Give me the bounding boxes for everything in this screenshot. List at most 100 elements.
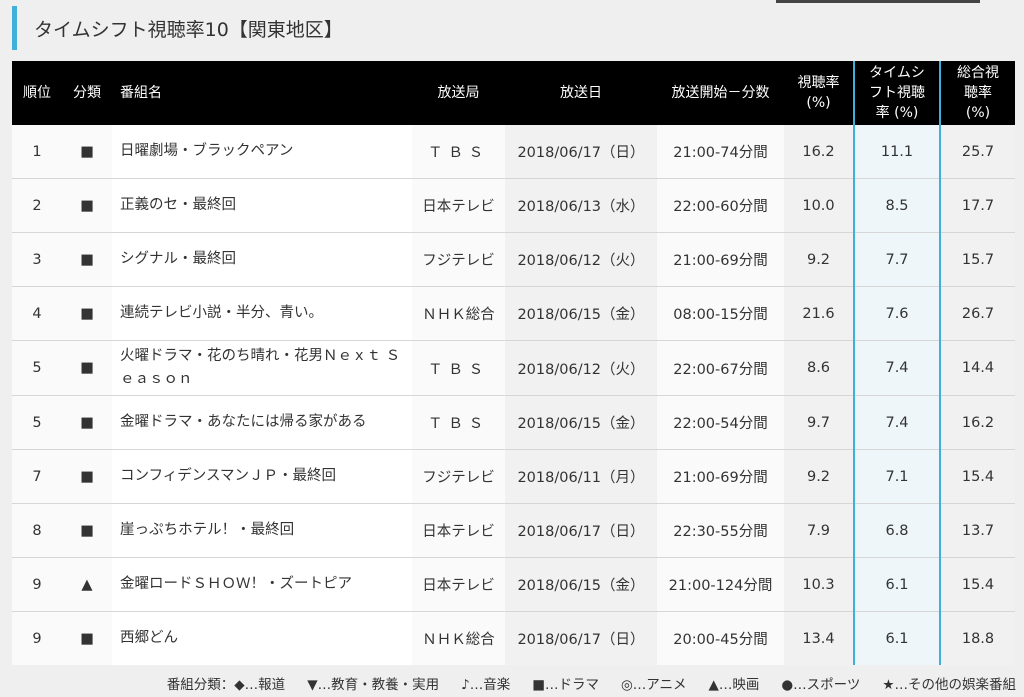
total-cell: 15.4 xyxy=(940,449,1015,504)
total-cell: 25.7 xyxy=(940,125,1015,179)
rank-cell: 5 xyxy=(12,395,62,450)
time-cell: 08:00-15分間 xyxy=(657,286,784,341)
date-cell: 2018/06/15（金） xyxy=(505,557,657,612)
legend-item-anime: ◎…アニメ xyxy=(620,677,687,693)
date-cell: 2018/06/12（火） xyxy=(505,232,657,287)
table-row: 5 ■ 金曜ドラマ・あなたには帰る家がある ＴＢＳ 2018/06/15（金） … xyxy=(12,395,1015,450)
time-cell: 21:00-124分間 xyxy=(657,557,784,612)
table-row: 8 ■ 崖っぷちホテル！・最終回 日本テレビ 2018/06/17（日） 22:… xyxy=(12,503,1015,558)
rank-cell: 9 xyxy=(12,611,62,665)
genre-cell: ▲ xyxy=(62,557,112,612)
legend-item-movie: ▲…映画 xyxy=(708,677,760,693)
program-name-cell: 火曜ドラマ・花のち晴れ・花男Ｎｅｘｔ Ｓｅａｓｏｎ xyxy=(112,340,412,396)
legend-item-music: ♪…音楽 xyxy=(461,677,511,693)
program-name-cell: 金曜ドラマ・あなたには帰る家がある xyxy=(112,395,412,450)
col-header-timeshift-line2: フト視聴 xyxy=(869,85,925,101)
rank-cell: 2 xyxy=(12,178,62,233)
program-name-cell: コンフィデンスマンＪＰ・最終回 xyxy=(112,449,412,504)
total-cell: 15.7 xyxy=(940,232,1015,287)
genre-cell: ■ xyxy=(62,286,112,341)
total-cell: 16.2 xyxy=(940,395,1015,450)
col-header-timeshift-line3: 率 (%) xyxy=(875,105,919,121)
date-cell: 2018/06/17（日） xyxy=(505,611,657,665)
genre-cell: ■ xyxy=(62,232,112,287)
rating-cell: 13.4 xyxy=(784,611,854,665)
time-cell: 20:00-45分間 xyxy=(657,611,784,665)
timeshift-cell: 7.1 xyxy=(853,449,941,504)
col-header-timeshift: タイムシ フト視聴 率 (%) xyxy=(853,61,941,125)
col-header-rating-line1: 視聴率 xyxy=(797,75,840,91)
program-name-cell: 崖っぷちホテル！・最終回 xyxy=(112,503,412,558)
col-header-rating-line2: (%) xyxy=(806,95,831,111)
total-cell: 13.7 xyxy=(940,503,1015,558)
station-cell: ＮＨＫ総合 xyxy=(412,611,505,665)
col-header-date: 放送日 xyxy=(505,61,657,125)
col-header-timeshift-line1: タイムシ xyxy=(869,65,925,81)
table-row: 9 ▲ 金曜ロードＳＨＯＷ！・ズートピア 日本テレビ 2018/06/15（金）… xyxy=(12,557,1015,612)
table-row: 4 ■ 連続テレビ小説・半分、青い。 ＮＨＫ総合 2018/06/15（金） 0… xyxy=(12,286,1015,341)
rating-cell: 9.7 xyxy=(784,395,854,450)
page-title-block: タイムシフト視聴率10【関東地区】 xyxy=(12,6,343,50)
col-header-rank: 順位 xyxy=(12,61,62,125)
table-row: 2 ■ 正義のセ・最終回 日本テレビ 2018/06/13（水） 22:00-6… xyxy=(12,178,1015,233)
date-cell: 2018/06/15（金） xyxy=(505,395,657,450)
genre-cell: ■ xyxy=(62,178,112,233)
total-cell: 15.4 xyxy=(940,557,1015,612)
genre-legend: 番組分類： ◆…報道 ▼…教育・教養・実用 ♪…音楽 ■…ドラマ ◎…アニメ ▲… xyxy=(0,669,1024,697)
date-cell: 2018/06/17（日） xyxy=(505,503,657,558)
date-cell: 2018/06/12（火） xyxy=(505,340,657,396)
col-header-name: 番組名 xyxy=(112,61,412,125)
program-name-cell: 正義のセ・最終回 xyxy=(112,178,412,233)
station-cell: フジテレビ xyxy=(412,232,505,287)
table-row: 5 ■ 火曜ドラマ・花のち晴れ・花男Ｎｅｘｔ Ｓｅａｓｏｎ ＴＢＳ 2018/0… xyxy=(12,340,1015,396)
date-cell: 2018/06/17（日） xyxy=(505,125,657,179)
station-cell: 日本テレビ xyxy=(412,503,505,558)
col-header-total-line1: 総合視 xyxy=(957,65,999,81)
date-cell: 2018/06/15（金） xyxy=(505,286,657,341)
ranking-table: 順位 分類 番組名 放送局 放送日 放送開始－分数 視聴率 (%) タイムシ フ… xyxy=(12,61,1015,665)
top-bar-fragment xyxy=(776,0,980,3)
rank-cell: 3 xyxy=(12,232,62,287)
station-cell: フジテレビ xyxy=(412,449,505,504)
page-title: タイムシフト視聴率10【関東地区】 xyxy=(34,18,343,41)
rating-cell: 21.6 xyxy=(784,286,854,341)
timeshift-cell: 8.5 xyxy=(853,178,941,233)
time-cell: 21:00-69分間 xyxy=(657,232,784,287)
rating-cell: 9.2 xyxy=(784,449,854,504)
legend-item-sports: ●…スポーツ xyxy=(781,677,861,693)
time-cell: 21:00-69分間 xyxy=(657,449,784,504)
genre-cell: ■ xyxy=(62,503,112,558)
rating-cell: 7.9 xyxy=(784,503,854,558)
rank-cell: 1 xyxy=(12,125,62,179)
col-header-total-line3: (%) xyxy=(965,105,991,121)
station-cell: ＮＨＫ総合 xyxy=(412,286,505,341)
table-row: 9 ■ 西郷どん ＮＨＫ総合 2018/06/17（日） 20:00-45分間 … xyxy=(12,611,1015,665)
timeshift-cell: 7.4 xyxy=(853,340,941,396)
program-name-cell: 連続テレビ小説・半分、青い。 xyxy=(112,286,412,341)
program-name-cell: 金曜ロードＳＨＯＷ！・ズートピア xyxy=(112,557,412,612)
timeshift-cell: 6.1 xyxy=(853,611,941,665)
date-cell: 2018/06/11（月） xyxy=(505,449,657,504)
table-row: 1 ■ 日曜劇場・ブラックペアン ＴＢＳ 2018/06/17（日） 21:00… xyxy=(12,125,1015,179)
program-name-cell: 西郷どん xyxy=(112,611,412,665)
col-header-station: 放送局 xyxy=(412,61,505,125)
time-cell: 22:00-67分間 xyxy=(657,340,784,396)
station-cell: 日本テレビ xyxy=(412,557,505,612)
col-header-time: 放送開始－分数 xyxy=(657,61,784,125)
timeshift-cell: 6.8 xyxy=(853,503,941,558)
total-cell: 18.8 xyxy=(940,611,1015,665)
date-cell: 2018/06/13（水） xyxy=(505,178,657,233)
col-header-total-line2: 聴率 xyxy=(964,85,992,101)
timeshift-cell: 11.1 xyxy=(853,125,941,179)
timeshift-cell: 7.4 xyxy=(853,395,941,450)
legend-item-education: ▼…教育・教養・実用 xyxy=(307,677,440,693)
program-name-cell: シグナル・最終回 xyxy=(112,232,412,287)
rank-cell: 4 xyxy=(12,286,62,341)
program-name-cell: 日曜劇場・ブラックペアン xyxy=(112,125,412,179)
legend-item-drama: ■…ドラマ xyxy=(532,677,599,693)
station-cell: ＴＢＳ xyxy=(412,340,505,396)
genre-cell: ■ xyxy=(62,395,112,450)
rank-cell: 8 xyxy=(12,503,62,558)
rating-cell: 10.0 xyxy=(784,178,854,233)
station-cell: ＴＢＳ xyxy=(412,395,505,450)
